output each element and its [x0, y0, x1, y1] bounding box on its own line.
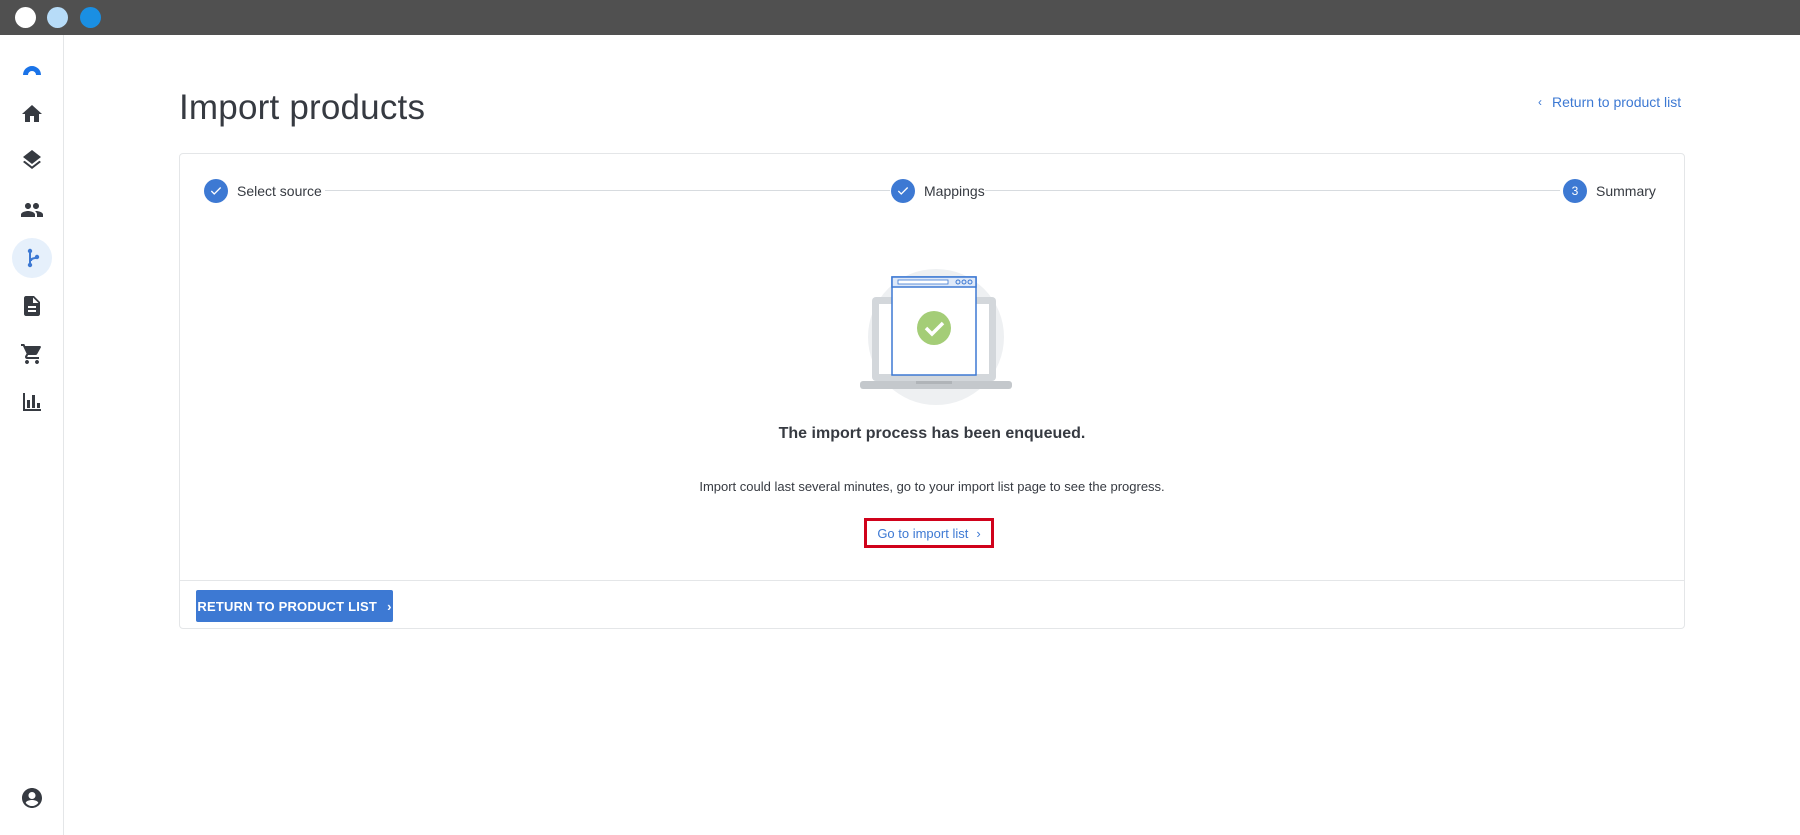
people-icon[interactable]: [12, 190, 52, 230]
bar-chart-icon[interactable]: [12, 382, 52, 422]
cart-icon[interactable]: [12, 334, 52, 374]
step-connector: [325, 190, 890, 191]
step-mappings: Mappings: [891, 179, 985, 203]
window-close-dot[interactable]: [15, 7, 36, 28]
step-select-source: Select source: [204, 179, 322, 203]
chevron-right-icon: ›: [387, 598, 392, 614]
account-icon[interactable]: [12, 778, 52, 818]
logo-icon[interactable]: [12, 47, 52, 87]
page-title: Import products: [179, 88, 426, 127]
step-label: Select source: [237, 183, 322, 199]
sidebar: [0, 35, 64, 835]
check-icon: [204, 179, 228, 203]
return-to-product-list-link[interactable]: ‹ Return to product list: [1538, 94, 1681, 110]
result-title: The import process has been enqueued.: [778, 425, 1086, 442]
step-connector: [985, 190, 1560, 191]
step-label: Summary: [1596, 183, 1656, 199]
stepper: Select source Mappings 3 Summary: [180, 154, 1684, 224]
return-link-label: Return to product list: [1552, 94, 1682, 110]
import-card: Select source Mappings 3 Summary The imp…: [179, 153, 1685, 629]
card-footer: RETURN TO PRODUCT LIST ›: [180, 580, 1684, 630]
check-icon: [891, 179, 915, 203]
window-titlebar: [0, 0, 1800, 35]
go-to-import-list-link[interactable]: Go to import list ›: [864, 518, 994, 548]
home-icon[interactable]: [12, 94, 52, 134]
flow-icon[interactable]: [12, 238, 52, 278]
chevron-right-icon: ›: [976, 525, 981, 541]
chevron-left-icon: ‹: [1538, 95, 1542, 109]
layers-icon[interactable]: [12, 142, 52, 182]
document-icon[interactable]: [12, 286, 52, 326]
step-summary: 3 Summary: [1563, 179, 1656, 203]
go-to-import-list-label: Go to import list: [877, 525, 969, 541]
step-label: Mappings: [924, 183, 985, 199]
window-maximize-dot[interactable]: [80, 7, 101, 28]
laptop-success-illustration: [858, 267, 1014, 407]
return-to-product-list-button[interactable]: RETURN TO PRODUCT LIST ›: [196, 590, 393, 622]
step-number: 3: [1563, 179, 1587, 203]
return-button-label: RETURN TO PRODUCT LIST: [197, 598, 378, 614]
result-description: Import could last several minutes, go to…: [699, 479, 1165, 494]
window-minimize-dot[interactable]: [47, 7, 68, 28]
